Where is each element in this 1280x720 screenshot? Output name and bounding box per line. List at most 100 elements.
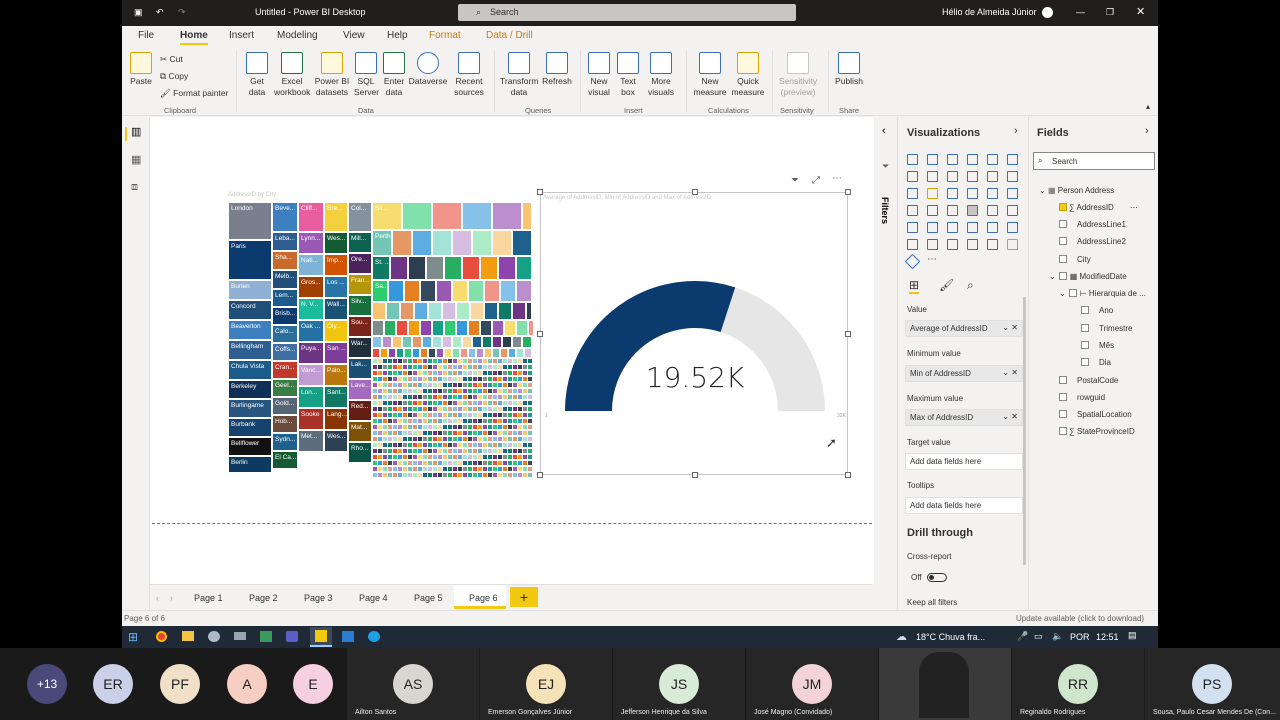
gauge-visual[interactable]: Average of AddressID, Min of AddressID a… <box>537 189 851 478</box>
cross-report-toggle[interactable] <box>927 573 947 582</box>
checkbox[interactable] <box>1059 410 1067 418</box>
treemap-cell[interactable]: Bellingham <box>228 340 272 360</box>
treemap-cell[interactable]: Oly... <box>324 320 348 342</box>
treemap-cell[interactable] <box>472 230 492 256</box>
treemap-cell[interactable] <box>480 256 498 280</box>
resize-handle[interactable] <box>692 472 698 478</box>
visual-type-icon[interactable] <box>947 188 958 199</box>
field-mes[interactable]: Mês <box>1081 341 1114 350</box>
resize-handle[interactable] <box>845 331 851 337</box>
page-tab-1[interactable]: Page 1 <box>194 593 223 603</box>
volume-icon[interactable]: 🔈 <box>1052 631 1063 642</box>
treemap-cell[interactable] <box>462 336 472 348</box>
visual-type-icon[interactable] <box>947 239 958 250</box>
treemap-cell[interactable] <box>428 348 436 358</box>
treemap-cell[interactable]: Cliff... <box>298 202 324 232</box>
fields-search-input[interactable]: ⌕ Search <box>1033 152 1155 170</box>
page-tab-4[interactable]: Page 4 <box>359 593 388 603</box>
field-spatiallocation[interactable]: SpatialLocation <box>1059 410 1132 419</box>
participant-avatar[interactable]: ER <box>93 664 133 704</box>
treemap-cell[interactable]: Bellflower <box>228 437 272 456</box>
field-dia[interactable]: Dia <box>1081 358 1111 367</box>
treemap-cell[interactable]: Rho... <box>348 442 372 463</box>
more-visuals-icon[interactable]: ⋯ <box>927 254 937 265</box>
visual-type-icon[interactable] <box>927 171 938 182</box>
treemap-cell[interactable] <box>442 302 456 320</box>
treemap-cell[interactable]: Sooke <box>298 408 324 430</box>
page-tab-6[interactable]: Page 6 <box>454 585 506 609</box>
visual-type-icon[interactable] <box>987 205 998 216</box>
visual-type-icon[interactable] <box>1007 171 1018 182</box>
visual-type-icon[interactable] <box>907 222 918 233</box>
well-target[interactable]: Add data fields here <box>905 453 1023 470</box>
visual-type-icon[interactable] <box>907 205 918 216</box>
treemap-cell[interactable] <box>382 336 392 348</box>
field-modifieddate[interactable]: ⌄ ▦ ModifiedDate <box>1049 272 1127 281</box>
field-ano[interactable]: Ano <box>1081 306 1113 315</box>
treemap-cell[interactable] <box>426 256 444 280</box>
treemap-cell[interactable] <box>522 336 532 348</box>
treemap-cell[interactable]: Col... <box>348 202 372 232</box>
treemap-cell[interactable]: Sha... <box>272 251 298 270</box>
treemap-cell[interactable]: Lynn... <box>298 232 324 254</box>
treemap-cell[interactable] <box>404 348 412 358</box>
field-trimestre[interactable]: Trimestre <box>1081 324 1132 333</box>
tab-data-drill[interactable]: Data / Drill <box>486 30 533 41</box>
treemap-cell[interactable] <box>432 202 462 230</box>
treemap-cell[interactable] <box>452 230 472 256</box>
resize-handle[interactable] <box>537 189 543 195</box>
new-visual-button[interactable]: New visual <box>586 52 612 98</box>
teams-icon[interactable] <box>286 631 298 642</box>
more-participants[interactable]: +13 <box>27 664 67 704</box>
treemap-cell[interactable]: Burien <box>228 280 272 300</box>
treemap-cell[interactable]: Melb... <box>272 270 298 289</box>
treemap-cell[interactable] <box>386 302 400 320</box>
sensitivity-button[interactable]: Sensitivity (preview) <box>776 52 820 98</box>
treemap-cell[interactable] <box>498 302 512 320</box>
treemap-cell[interactable]: St. ... <box>372 256 390 280</box>
checkbox[interactable] <box>1059 427 1067 435</box>
publish-button[interactable]: Publish <box>832 52 866 87</box>
visual-type-icon[interactable] <box>907 171 918 182</box>
treemap-cell[interactable] <box>476 348 484 358</box>
treemap-cell[interactable] <box>512 302 526 320</box>
checkbox[interactable] <box>1081 358 1089 366</box>
treemap-cell[interactable]: Sydn... <box>272 433 298 451</box>
treemap-cell[interactable]: El Ca... <box>272 451 298 469</box>
treemap-cell[interactable]: Sa... <box>372 280 388 302</box>
language-indicator[interactable]: POR <box>1070 632 1090 642</box>
visual-type-icon[interactable] <box>967 205 978 216</box>
treemap-cell[interactable] <box>444 320 456 336</box>
app-icon[interactable] <box>260 631 272 642</box>
close-icon[interactable]: ✕ <box>1136 5 1145 18</box>
visual-type-icon[interactable] <box>1007 239 1018 250</box>
treemap-cell[interactable]: Mat... <box>348 421 372 442</box>
treemap-cell[interactable] <box>408 256 426 280</box>
transform-data-button[interactable]: Transform data <box>500 52 538 98</box>
sql-button[interactable]: SQL Server <box>354 52 379 98</box>
treemap-cell[interactable]: Imp... <box>324 254 348 276</box>
treemap-cell[interactable] <box>372 348 380 358</box>
field-addressline2[interactable]: AddressLine2 <box>1059 237 1126 246</box>
treemap-cell[interactable]: Cran... <box>272 361 298 379</box>
treemap-cell[interactable] <box>444 348 452 358</box>
paste-button[interactable]: Paste <box>130 52 152 87</box>
field-addressline1[interactable]: AddressLine1 <box>1059 220 1126 229</box>
treemap-cell[interactable] <box>420 348 428 358</box>
participant-avatar[interactable]: E <box>293 664 333 704</box>
field-hierarchy[interactable]: ⌄ ⊢ Hierarquia de ... <box>1059 289 1146 298</box>
treemap-cell[interactable]: Sil... <box>372 202 402 230</box>
treemap-cell[interactable] <box>462 256 480 280</box>
pbi-datasets-button[interactable]: Power BI datasets <box>312 52 352 98</box>
visual-type-icon[interactable] <box>927 154 938 165</box>
tab-format[interactable]: Format <box>429 30 461 41</box>
treemap-cell[interactable] <box>372 320 384 336</box>
checkbox[interactable] <box>1081 341 1089 349</box>
treemap-cell[interactable] <box>400 302 414 320</box>
next-page-icon[interactable]: › <box>170 593 173 603</box>
treemap-cell[interactable]: Chula Vista <box>228 360 272 380</box>
treemap-cell[interactable] <box>456 320 468 336</box>
visual-type-icon[interactable] <box>907 188 918 199</box>
treemap-cell[interactable]: Fran... <box>348 274 372 295</box>
update-available-link[interactable]: Update available (click to download) <box>1016 614 1144 623</box>
